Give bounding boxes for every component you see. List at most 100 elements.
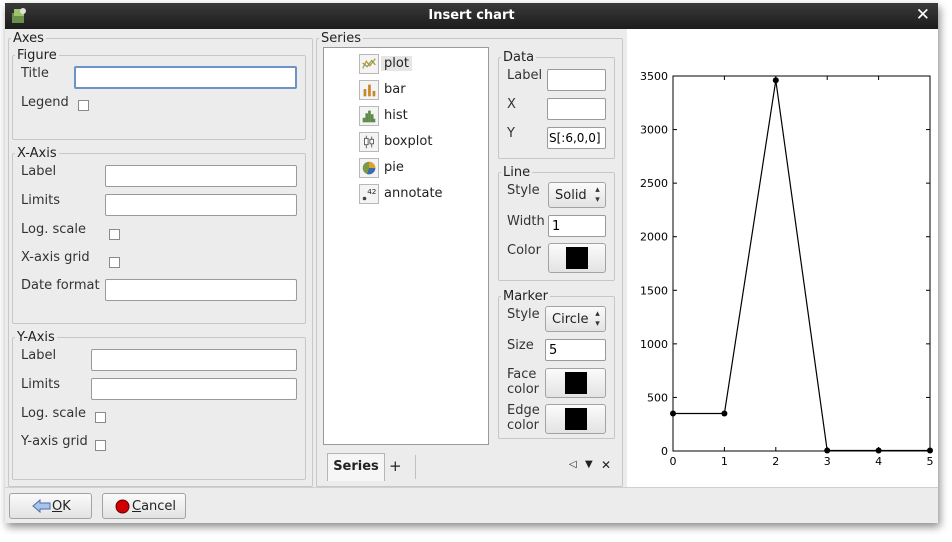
series-item-label: annotate	[384, 186, 443, 201]
xaxis-logscale-checkbox[interactable]	[109, 229, 120, 240]
marker-face-label-2: color	[507, 382, 540, 397]
x-tick-label: 4	[875, 455, 882, 468]
data-point	[721, 410, 728, 417]
xaxis-dateformat-input[interactable]	[105, 279, 297, 301]
yaxis-grid-label: Y-axis grid	[21, 434, 88, 449]
tab-series[interactable]: Series	[327, 453, 385, 481]
yaxis-limits-label: Limits	[21, 377, 60, 392]
data-x-input[interactable]	[547, 98, 606, 120]
yaxis-legend: Y-Axis	[17, 330, 55, 345]
series-legend: Series	[321, 31, 361, 46]
xaxis-legend: X-Axis	[17, 146, 57, 161]
series-item-label: bar	[384, 82, 406, 97]
series-tab-bar: Series + ◁ ▼ ✕	[323, 451, 623, 481]
marker-face-color-button[interactable]	[545, 368, 606, 398]
xaxis-grid-checkbox[interactable]	[109, 257, 120, 268]
axes-legend: Axes	[13, 31, 44, 46]
marker-size-input[interactable]	[545, 339, 606, 361]
series-type-list[interactable]: plot bar hist boxplot pie 42 annotate	[323, 47, 489, 445]
data-point	[670, 410, 676, 417]
yaxis-label-input[interactable]	[91, 349, 297, 371]
tab-scroll-left-icon[interactable]: ◁	[569, 459, 577, 470]
data-point	[824, 447, 831, 454]
insert-chart-dialog: Insert chart ✕ Axes Figure Title Legend …	[5, 3, 938, 523]
xaxis-limits-label: Limits	[21, 193, 60, 208]
marker-style-label: Style	[507, 307, 540, 322]
series-item-label: hist	[384, 108, 408, 123]
annotate-icon: 42	[359, 184, 379, 204]
xaxis-label-input[interactable]	[105, 165, 297, 187]
line-plot-icon	[359, 54, 379, 74]
marker-face-swatch	[564, 372, 587, 394]
boxplot-icon	[359, 132, 379, 152]
updown-arrows-icon: ▴ ▾	[590, 307, 605, 331]
line-color-swatch	[566, 247, 588, 269]
ok-button[interactable]: OK	[9, 493, 92, 519]
svg-text:42: 42	[367, 187, 376, 196]
figure-title-label: Title	[21, 66, 49, 81]
y-tick-label: 3000	[640, 124, 668, 137]
y-tick-label: 2500	[640, 177, 668, 190]
data-y-label: Y	[507, 126, 515, 141]
cancel-button-label: Cancel	[132, 499, 177, 514]
data-label-label: Label	[507, 68, 543, 83]
close-icon[interactable]: ✕	[916, 5, 930, 25]
cancel-stop-icon	[115, 499, 130, 514]
xaxis-dateformat-label: Date format	[21, 278, 100, 293]
yaxis-logscale-checkbox[interactable]	[95, 412, 106, 423]
x-tick-label: 5	[927, 455, 934, 468]
data-label-input[interactable]	[547, 69, 606, 91]
y-tick-label: 1000	[640, 338, 668, 351]
bar-chart-icon	[359, 80, 379, 100]
figure-title-input[interactable]	[74, 66, 297, 89]
yaxis-grid-checkbox[interactable]	[95, 440, 106, 451]
line-style-value: Solid	[555, 188, 587, 203]
marker-edge-label-1: Edge	[507, 403, 540, 418]
marker-edge-color-button[interactable]	[545, 404, 606, 434]
series-item-label: boxplot	[384, 134, 433, 149]
yaxis-limits-input[interactable]	[91, 378, 297, 400]
figure-legend: Figure	[17, 48, 57, 63]
marker-edge-label-2: color	[507, 418, 540, 433]
cancel-button[interactable]: Cancel	[102, 493, 186, 519]
line-width-input[interactable]	[548, 215, 606, 237]
chart-canvas: 0 500 1000 1500 2000 2500 3000 3500 0 1 2 3 4 5	[640, 70, 934, 468]
line-legend: Line	[503, 165, 531, 180]
tab-menu-icon[interactable]: ▼	[585, 459, 593, 470]
series-item-label: pie	[384, 160, 404, 175]
updown-arrows-icon: ▴ ▾	[590, 183, 605, 207]
marker-face-label-1: Face	[507, 367, 537, 382]
data-point	[927, 447, 933, 454]
y-tick-label: 1500	[640, 284, 668, 297]
histogram-icon	[359, 106, 379, 126]
ok-arrow-icon	[32, 499, 51, 513]
title-bar: Insert chart ✕	[5, 3, 938, 29]
line-color-button[interactable]	[548, 243, 606, 273]
ok-button-label: OK	[52, 499, 71, 514]
line-style-label: Style	[507, 183, 540, 198]
tab-close-icon[interactable]: ✕	[601, 458, 611, 472]
data-x-label: X	[507, 97, 516, 112]
data-y-input[interactable]	[547, 127, 606, 149]
xaxis-limits-input[interactable]	[105, 194, 297, 216]
add-tab-button[interactable]: +	[389, 457, 402, 475]
line-style-select[interactable]: Solid ▴ ▾	[548, 182, 606, 208]
x-tick-label: 2	[772, 455, 779, 468]
marker-style-select[interactable]: Circle ▴ ▾	[545, 306, 606, 332]
xaxis-label-label: Label	[21, 164, 57, 179]
chart-preview: 0 500 1000 1500 2000 2500 3000 3500 0 1 2 3 4 5	[627, 29, 938, 487]
marker-size-label: Size	[507, 338, 534, 353]
pie-chart-icon	[359, 158, 379, 178]
legend-checkbox[interactable]	[78, 100, 89, 111]
data-point	[875, 447, 882, 454]
yaxis-logscale-label: Log. scale	[21, 406, 86, 421]
tab-separator	[415, 455, 416, 479]
data-point	[772, 77, 779, 84]
marker-edge-swatch	[564, 408, 587, 430]
line-width-label: Width	[507, 214, 545, 229]
series-item-label: plot	[381, 56, 412, 71]
xaxis-grid-label: X-axis grid	[21, 250, 90, 265]
xaxis-logscale-label: Log. scale	[21, 222, 86, 237]
button-separator	[5, 487, 938, 488]
y-tick-label: 500	[647, 391, 668, 404]
